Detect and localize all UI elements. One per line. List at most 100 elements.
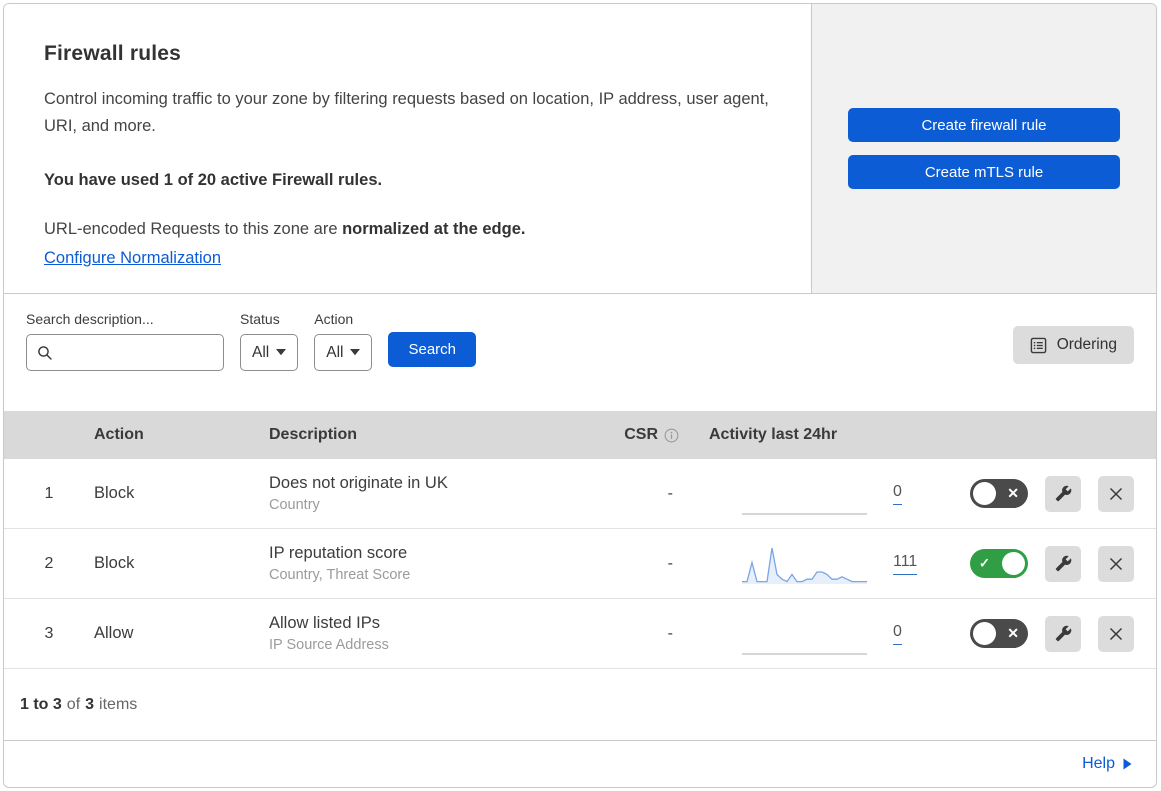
rule-action: Block bbox=[94, 554, 135, 572]
toggle-knob bbox=[1002, 552, 1025, 575]
rule-fields: IP Source Address bbox=[269, 637, 389, 653]
normalization-note-bold: normalized at the edge. bbox=[342, 220, 526, 239]
action-column-header: Action bbox=[94, 426, 144, 443]
action-label: Action bbox=[314, 311, 354, 327]
edit-rule-button[interactable] bbox=[1045, 545, 1081, 582]
rule-enabled-toggle[interactable]: ✕ bbox=[970, 619, 1028, 648]
rule-activity-cell: 0 bbox=[679, 612, 929, 656]
toggle-off-x-icon: ✕ bbox=[1007, 624, 1019, 641]
configure-normalization-link[interactable]: Configure Normalization bbox=[44, 249, 221, 268]
caret-right-icon bbox=[1123, 758, 1132, 770]
summary-items: items bbox=[99, 695, 138, 713]
action-filter-group: Action All bbox=[314, 311, 373, 371]
rule-enabled-toggle[interactable]: ✕ bbox=[970, 479, 1028, 508]
create-firewall-rule-button[interactable]: Create firewall rule bbox=[848, 108, 1120, 142]
rule-description: IP reputation score bbox=[269, 544, 408, 562]
normalization-note: URL-encoded Requests to this zone are no… bbox=[44, 220, 769, 239]
rule-fields: Country, Threat Score bbox=[269, 567, 411, 583]
table-row: 3 Allow Allow listed IPs IP Source Addre… bbox=[4, 599, 1156, 669]
delete-rule-button[interactable] bbox=[1098, 545, 1134, 582]
chevron-down-icon bbox=[276, 349, 287, 356]
toggle-knob bbox=[973, 622, 996, 645]
pagination-summary: 1 to 3 of 3 items bbox=[4, 669, 1156, 740]
rule-priority: 3 bbox=[44, 624, 54, 642]
edit-rule-button[interactable] bbox=[1045, 615, 1081, 652]
overview-section: Firewall rules Control incoming traffic … bbox=[4, 4, 1156, 294]
help-link-label: Help bbox=[1082, 755, 1115, 772]
table-row: 1 Block Does not originate in UK Country… bbox=[4, 459, 1156, 529]
table-header: Action Description CSR Activity last 24h… bbox=[4, 411, 1156, 459]
wrench-icon bbox=[1055, 625, 1072, 642]
search-input[interactable] bbox=[61, 344, 260, 361]
rule-activity-cell: 111 bbox=[679, 542, 929, 586]
activity-sparkline bbox=[742, 542, 867, 586]
activity-sparkline bbox=[742, 472, 867, 516]
activity-count-link[interactable]: 0 bbox=[893, 623, 902, 645]
summary-range: 1 to 3 bbox=[20, 695, 62, 713]
usage-summary: You have used 1 of 20 active Firewall ru… bbox=[44, 171, 383, 190]
edit-rule-button[interactable] bbox=[1045, 475, 1081, 512]
rule-activity-cell: 0 bbox=[679, 472, 929, 516]
csr-column-label: CSR bbox=[624, 426, 658, 443]
help-link[interactable]: Help bbox=[1082, 755, 1132, 773]
status-select-value: All bbox=[252, 343, 270, 361]
rule-description: Does not originate in UK bbox=[269, 474, 448, 492]
summary-of: of bbox=[66, 695, 81, 713]
description-column-header: Description bbox=[269, 426, 358, 443]
ordering-button-label: Ordering bbox=[1056, 336, 1117, 353]
wrench-icon bbox=[1055, 555, 1072, 572]
rule-controls: ✕ bbox=[929, 615, 1156, 652]
rule-csr: - bbox=[667, 484, 673, 502]
search-icon bbox=[37, 345, 53, 361]
table-row: 2 Block IP reputation score Country, Thr… bbox=[4, 529, 1156, 599]
help-bar: Help bbox=[4, 740, 1156, 787]
wrench-icon bbox=[1055, 485, 1072, 502]
page-description: Control incoming traffic to your zone by… bbox=[44, 90, 769, 135]
activity-count-link[interactable]: 0 bbox=[893, 483, 902, 505]
info-icon[interactable] bbox=[664, 428, 679, 443]
ordering-button[interactable]: Ordering bbox=[1012, 326, 1134, 364]
rule-priority: 1 bbox=[44, 484, 54, 502]
search-label: Search description... bbox=[26, 311, 154, 327]
status-select[interactable]: All bbox=[240, 334, 299, 371]
rule-fields: Country bbox=[269, 497, 320, 513]
rule-description-cell: Allow listed IPs IP Source Address bbox=[269, 614, 599, 653]
search-box[interactable] bbox=[26, 334, 260, 371]
rule-controls: ✓ bbox=[929, 545, 1156, 582]
chevron-down-icon bbox=[350, 349, 361, 356]
actions-panel: Create firewall rule Create mTLS rule bbox=[812, 4, 1156, 293]
rule-enabled-toggle[interactable]: ✓ bbox=[970, 549, 1028, 578]
activity-sparkline bbox=[742, 612, 867, 656]
rule-priority: 2 bbox=[44, 554, 54, 572]
page-title: Firewall rules bbox=[44, 42, 182, 65]
toggle-on-check-icon: ✓ bbox=[979, 555, 990, 571]
delete-rule-button[interactable] bbox=[1098, 615, 1134, 652]
filter-bar: Search description... Status All Action bbox=[4, 294, 1156, 411]
create-mtls-rule-button[interactable]: Create mTLS rule bbox=[848, 155, 1120, 189]
rule-description-cell: IP reputation score Country, Threat Scor… bbox=[269, 544, 599, 583]
rule-csr: - bbox=[667, 554, 673, 572]
search-group: Search description... bbox=[26, 311, 260, 371]
activity-column-header: Activity last 24hr bbox=[709, 426, 838, 443]
toggle-knob bbox=[973, 482, 996, 505]
action-select[interactable]: All bbox=[314, 334, 373, 371]
summary-total: 3 bbox=[85, 695, 95, 713]
action-select-value: All bbox=[326, 343, 344, 361]
overview-text: Firewall rules Control incoming traffic … bbox=[4, 4, 812, 293]
firewall-rules-page: Firewall rules Control incoming traffic … bbox=[0, 0, 1161, 791]
csr-column-header: CSR bbox=[599, 426, 679, 444]
search-button[interactable]: Search bbox=[388, 332, 476, 367]
toggle-off-x-icon: ✕ bbox=[1007, 484, 1019, 501]
activity-count-link[interactable]: 111 bbox=[893, 553, 918, 575]
close-icon bbox=[1108, 486, 1124, 502]
rule-action: Block bbox=[94, 484, 135, 502]
delete-rule-button[interactable] bbox=[1098, 475, 1134, 512]
rule-controls: ✕ bbox=[929, 475, 1156, 512]
close-icon bbox=[1108, 556, 1124, 572]
normalization-note-text: URL-encoded Requests to this zone are bbox=[44, 220, 343, 239]
rule-action: Allow bbox=[94, 624, 134, 642]
rule-description: Allow listed IPs bbox=[269, 614, 380, 632]
rule-csr: - bbox=[667, 624, 673, 642]
status-filter-group: Status All bbox=[240, 311, 299, 371]
rule-description-cell: Does not originate in UK Country bbox=[269, 474, 599, 513]
